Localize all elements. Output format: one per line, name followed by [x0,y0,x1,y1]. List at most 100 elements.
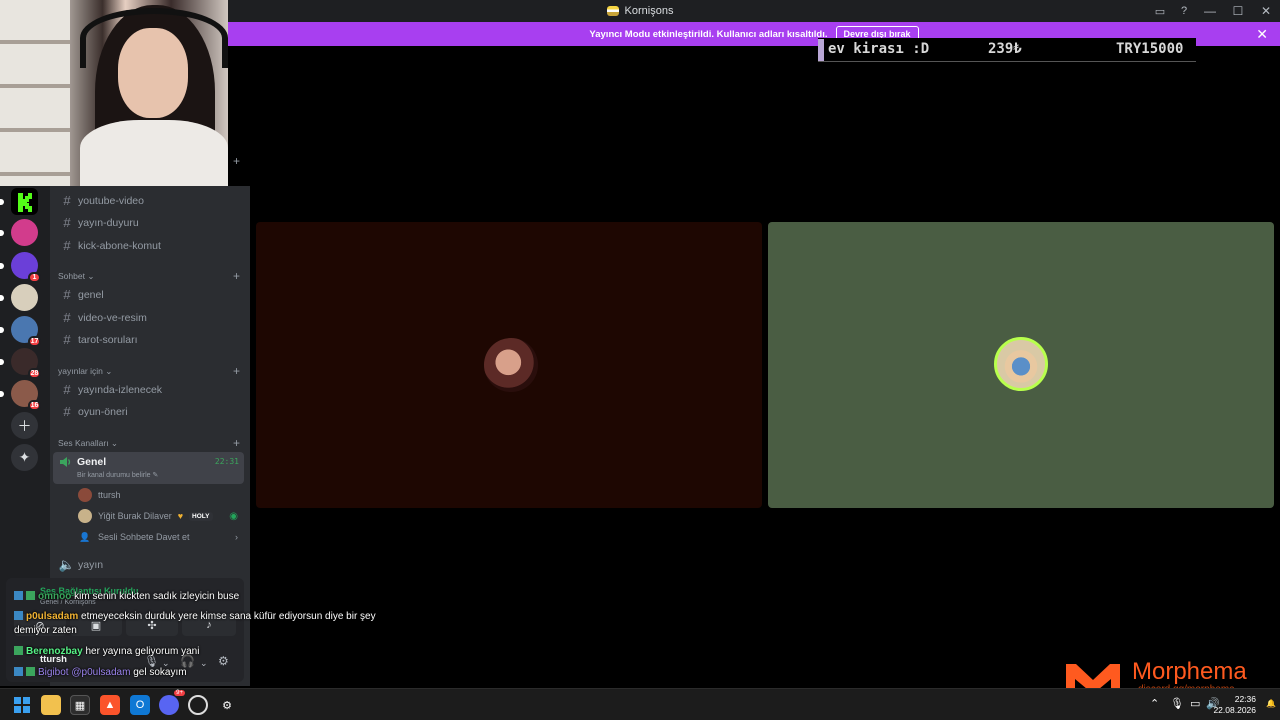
user-tag-badge: HOLY [189,511,213,521]
inbox-icon[interactable]: ▭ [1148,0,1172,22]
category-label: yayınlar için [58,366,103,376]
add-user-icon: 👤 [79,531,91,542]
notification-badge: 9+ [174,690,185,696]
voice-channel-genel[interactable]: Genel 22:31 Bir kanal durumu belirle ✎ [53,452,244,484]
unread-pip [0,230,4,236]
chat-text: etmeyeceksin durduk yere kimse sana küfü… [81,611,376,622]
channel-yayin-duyuru[interactable]: # yayın-duyuru [58,212,246,233]
chat-message: Berenozbay her yayına geliyorum yani [14,645,414,658]
unread-pip [0,359,4,365]
kick-logo-icon [11,188,38,215]
chat-username: Bigibot [38,667,69,678]
minimize-button[interactable]: — [1196,0,1224,22]
close-icon[interactable]: ✕ [1256,26,1268,43]
channel-label: tarot-soruları [78,333,138,346]
add-channel-icon[interactable]: + [233,154,240,168]
server-blue[interactable]: 17 [0,316,41,347]
hash-icon: # [63,287,71,302]
voice-user-ttursh[interactable]: ttursh [78,486,244,504]
channel-label: genel [78,288,104,301]
badge-icon [14,611,23,620]
category-ses-kanallari[interactable]: Ses Kanalları ⌄ + [58,436,242,450]
channel-yayinda-izlenecek[interactable]: # yayında-izlenecek [58,379,246,400]
discord-taskbar-icon[interactable]: 9+ [159,690,185,715]
voice-user-yigit[interactable]: Yiğit Burak Dilaver ♥ HOLY ◉ [78,507,244,525]
notification-icon[interactable]: 🔔 [1266,699,1276,708]
badge-icon [14,667,23,676]
unread-pip [0,199,4,205]
category-yayinlar[interactable]: yayınlar için ⌄ + [58,364,242,378]
badge-icon [14,646,23,655]
chevron-right-icon: › [235,532,238,542]
explore-compass-icon[interactable]: ✦ [11,444,38,471]
window-title: Kornişons [624,5,674,17]
obs-icon[interactable] [188,695,208,715]
avatar [78,509,92,523]
file-explorer-icon[interactable] [41,695,61,715]
title-bar-controls: ▭ ? — ☐ ✕ [1148,0,1280,22]
avatar [994,337,1048,391]
server-pink[interactable] [0,219,38,246]
participant-tile-left[interactable] [256,222,762,508]
channel-label: video-ve-resim [78,311,147,324]
windows-taskbar: ▦ ▲ O 9+ ⚙ ⌃ 🎙 ▭ 🔊 22:36 22.08.2026 🔔 [0,688,1280,720]
channel-oyun-oneri[interactable]: # oyun-öneri [58,401,246,422]
help-icon[interactable]: ? [1172,0,1196,22]
voice-channel-yayin[interactable]: 🔈 yayın [58,554,246,575]
mention-badge: 17 [28,336,41,347]
channel-label: youtube-video [78,194,144,207]
server-brown[interactable]: 16 [0,380,41,411]
badge-icon [26,667,35,676]
channel-kick-abone-komut[interactable]: # kick-abone-komut [58,235,246,256]
clock-time: 22:36 [1234,694,1256,704]
invite-to-voice[interactable]: 👤 Sesli Sohbete Davet et › [78,528,244,546]
windows-start-icon[interactable] [12,695,32,715]
unread-pip [0,263,4,269]
voice-user-name: ttursh [98,490,121,500]
system-clock[interactable]: 22:36 22.08.2026 [1213,694,1256,716]
chat-message: omnoo kim senin kickten sadık izleyicin … [14,590,414,603]
close-window-button[interactable]: ✕ [1252,0,1280,22]
category-sohbet[interactable]: Sohbet ⌄ + [58,269,242,283]
channel-youtube-video[interactable]: # youtube-video [58,190,246,211]
outlook-icon[interactable]: O [130,695,150,715]
voice-channel-status[interactable]: Bir kanal durumu belirle ✎ [77,471,158,479]
avatar [78,488,92,502]
participant-tile-right[interactable] [768,222,1274,508]
brave-browser-icon[interactable]: ▲ [100,695,120,715]
add-channel-icon[interactable]: + [233,269,240,283]
avatar [484,338,538,392]
ticker-bar [818,38,824,61]
mention-badge: 28 [28,368,41,379]
invite-label: Sesli Sohbete Davet et [98,532,190,542]
ticker-item-label: ev kirası :D [828,41,930,57]
chat-text: her yayına geliyorum yani [85,646,200,657]
server-kick[interactable] [0,188,38,215]
channel-genel[interactable]: # genel [58,284,246,305]
unread-pip [0,295,4,301]
channel-video-ve-resim[interactable]: # video-ve-resim [58,307,246,328]
server-b[interactable]: 1 [0,252,41,283]
add-server-icon[interactable]: ＋ [11,412,38,439]
clock-date: 22.08.2026 [1213,705,1256,715]
add-channel-icon[interactable]: + [233,436,240,450]
store-icon[interactable]: ▦ [70,695,90,715]
speaker-icon [60,457,71,467]
mention-badge: 16 [28,400,41,411]
hash-icon: # [63,332,71,347]
chat-username: Berenozbay [26,646,83,657]
add-channel-icon[interactable]: + [233,364,240,378]
server-dark[interactable]: 28 [0,348,41,379]
category-label: Ses Kanalları [58,438,109,448]
badge-icon [14,591,23,600]
server-elephant[interactable] [0,284,38,311]
microphone-icon[interactable]: 🎙 [1170,697,1184,710]
network-icon[interactable]: ▭ [1190,697,1200,710]
maximize-button[interactable]: ☐ [1224,0,1252,22]
settings-gear-icon[interactable]: ⚙ [217,695,237,715]
bookshelf [0,0,70,186]
hash-icon: # [63,193,71,208]
channel-tarot-sorulari[interactable]: # tarot-soruları [58,329,246,350]
voice-user-name: Yiğit Burak Dilaver [98,511,172,521]
chevron-up-icon[interactable]: ⌃ [1150,697,1159,710]
